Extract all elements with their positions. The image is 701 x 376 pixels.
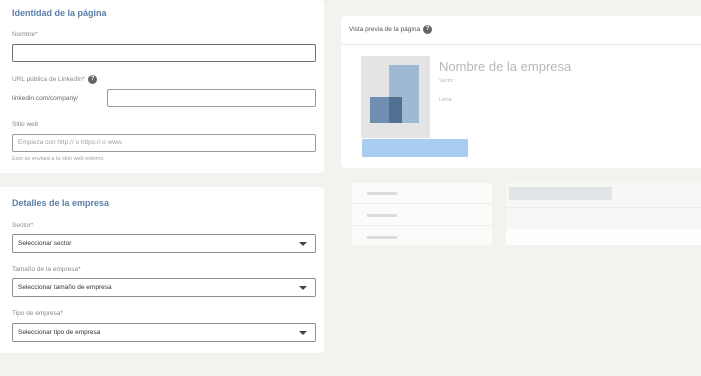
url-prefix: linkedin.com/company/ [12, 95, 79, 102]
preview-tab-item [352, 183, 492, 204]
placeholder-line [367, 236, 397, 239]
preview-tab-item [352, 205, 492, 226]
company-size-select[interactable]: Seleccionar tamaño de empresa [12, 278, 316, 297]
url-label-text: URL pública de LinkedIn* [12, 76, 86, 84]
size-label: Tamaño de la empresa* [12, 266, 81, 273]
url-slug-input[interactable] [107, 89, 316, 107]
preview-divider [341, 44, 701, 45]
placeholder-line [367, 214, 397, 217]
placeholder-box [506, 229, 701, 245]
company-details-card: Detalles de la empresa Sector* Seleccion… [0, 187, 324, 353]
help-icon[interactable]: ? [423, 25, 433, 34]
logo-building-icon-part [389, 97, 402, 123]
preview-title-text: Vista previa de la página [349, 26, 421, 34]
preview-content-placeholder [506, 183, 701, 245]
website-placeholder: Empieza con http:// o https:// o www. [18, 139, 124, 146]
preview-sector: Sector [439, 78, 454, 84]
preview-tab-item [352, 227, 492, 248]
identity-section-title: Identidad de la página [12, 8, 107, 18]
create-company-page: Identidad de la página Nombre* URL públi… [0, 0, 701, 376]
caret-down-icon [299, 286, 307, 290]
website-hint: Esto se enviará a tu sitio web externo. [12, 156, 105, 162]
company-logo-placeholder [361, 56, 430, 138]
website-input[interactable]: Empieza con http:// o https:// o www. [12, 134, 316, 152]
placeholder-divider [506, 207, 701, 208]
help-icon[interactable]: ? [88, 75, 98, 84]
caret-down-icon [299, 331, 307, 335]
preview-title: Vista previa de la página? [349, 25, 433, 34]
sector-select-value: Seleccionar sector [18, 240, 72, 247]
placeholder-line [367, 192, 397, 195]
placeholder-bar [509, 187, 612, 200]
details-section-title: Detalles de la empresa [12, 198, 110, 208]
preview-company-name: Nombre de la empresa [439, 59, 572, 74]
page-preview-card: Vista previa de la página? Nombre de la … [341, 16, 701, 168]
website-label: Sitio web [12, 121, 39, 128]
company-type-value: Seleccionar tipo de empresa [18, 329, 101, 336]
company-type-select[interactable]: Seleccionar tipo de empresa [12, 323, 316, 342]
page-identity-card: Identidad de la página Nombre* URL públi… [0, 0, 324, 173]
company-size-value: Seleccionar tamaño de empresa [18, 284, 112, 291]
preview-tagline: Lema [439, 97, 452, 103]
preview-tab-list [352, 183, 492, 245]
type-label: Tipo de empresa* [12, 310, 64, 317]
preview-follow-button [362, 139, 468, 157]
company-name-input[interactable] [12, 44, 316, 62]
name-label: Nombre* [12, 31, 38, 38]
url-label: URL pública de LinkedIn*? [12, 75, 98, 84]
sector-label: Sector* [12, 222, 34, 229]
caret-down-icon [299, 242, 307, 246]
sector-select[interactable]: Seleccionar sector [12, 234, 316, 253]
